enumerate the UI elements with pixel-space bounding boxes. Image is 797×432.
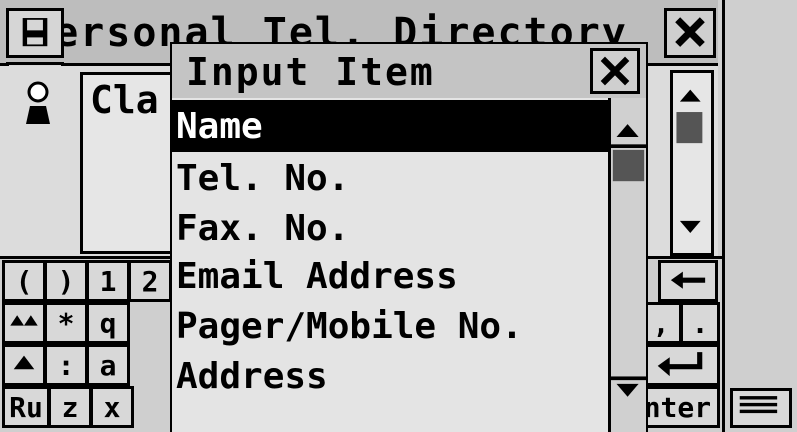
save-icon xyxy=(22,18,48,47)
keyboard-icon xyxy=(739,396,778,414)
key[interactable]: * xyxy=(44,302,88,344)
backspace-key[interactable] xyxy=(658,260,718,302)
list-item-tel[interactable]: Tel. No. xyxy=(176,154,349,204)
dialog-title: Input Item xyxy=(186,50,435,94)
list-item-name[interactable]: Name xyxy=(176,102,263,152)
double-up-arrow-icon xyxy=(10,315,38,326)
dialog-close-button[interactable] xyxy=(590,48,640,94)
key[interactable]: q xyxy=(86,302,130,344)
backspace-icon xyxy=(670,271,706,289)
person-icon xyxy=(18,78,58,128)
language-key[interactable]: Ru xyxy=(2,386,50,428)
list-item-address[interactable]: Address xyxy=(176,352,328,402)
name-preview: Cla xyxy=(90,78,159,122)
list-item-pager[interactable]: Pager/Mobile No. xyxy=(176,302,523,352)
close-icon xyxy=(675,17,705,47)
dialog-scrollbar[interactable] xyxy=(608,98,646,432)
key[interactable]: ( xyxy=(2,260,46,302)
list-item-email[interactable]: Email Address xyxy=(176,252,458,302)
window-close-button[interactable] xyxy=(664,8,716,58)
keyboard-toggle-button[interactable] xyxy=(730,388,792,428)
key[interactable]: z xyxy=(48,386,92,428)
close-icon xyxy=(600,56,630,86)
up-arrow-icon xyxy=(13,355,35,370)
key[interactable]: x xyxy=(90,386,134,428)
key[interactable]: a xyxy=(86,344,130,386)
key[interactable]: . xyxy=(680,302,720,344)
key[interactable]: 2 xyxy=(128,260,172,302)
contact-scrollbar[interactable] xyxy=(670,70,714,256)
key[interactable]: : xyxy=(44,344,88,386)
key[interactable]: ) xyxy=(44,260,88,302)
right-toolbar xyxy=(722,0,797,432)
return-key[interactable] xyxy=(640,344,720,386)
return-arrow-icon xyxy=(657,352,703,377)
shift-key[interactable] xyxy=(2,344,46,386)
list-item-fax[interactable]: Fax. No. xyxy=(176,204,349,254)
double-shift-key[interactable] xyxy=(2,302,46,344)
key[interactable]: 1 xyxy=(86,260,130,302)
save-button[interactable] xyxy=(6,8,64,58)
